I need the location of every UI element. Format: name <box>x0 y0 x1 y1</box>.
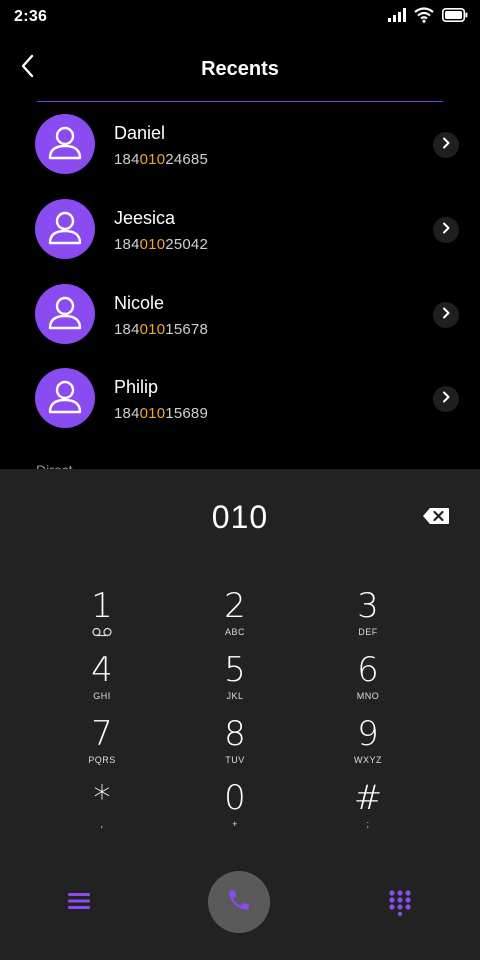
contact-details-button[interactable] <box>433 302 459 328</box>
contact-name: Nicole <box>114 293 165 313</box>
avatar <box>35 284 95 344</box>
key-letters: + <box>232 819 238 829</box>
number-prefix: 184 <box>114 151 140 168</box>
dial-key-star[interactable]: * , <box>47 779 157 839</box>
chevron-right-icon <box>441 221 451 239</box>
dialpad-icon <box>389 889 411 921</box>
person-icon <box>45 376 85 421</box>
status-time: 2:36 <box>14 8 48 25</box>
chevron-right-icon <box>441 306 451 324</box>
person-icon <box>45 292 85 337</box>
bottom-action-bar <box>0 871 480 935</box>
contact-number: 18401024685 <box>114 151 208 168</box>
key-digit: 3 <box>357 586 379 626</box>
backspace-button[interactable] <box>420 507 452 529</box>
keypad-toggle-button[interactable] <box>387 889 413 921</box>
contact-row[interactable]: Jeesica 18401025042 <box>0 189 480 273</box>
header: Recents <box>0 44 480 94</box>
number-suffix: 15678 <box>165 321 208 338</box>
key-digit: 7 <box>91 714 113 754</box>
contact-number: 18401025042 <box>114 236 208 253</box>
dial-key-hash[interactable]: # ; <box>313 779 423 839</box>
dial-key-4[interactable]: 4 GHI <box>47 651 157 711</box>
person-icon <box>45 122 85 167</box>
key-letters: MNO <box>356 691 380 701</box>
dial-key-2[interactable]: 2 ABC <box>180 587 290 647</box>
number-suffix: 15689 <box>165 405 208 422</box>
number-match: 010 <box>139 151 166 168</box>
key-digit: # <box>353 778 383 818</box>
key-letters: TUV <box>225 755 245 765</box>
number-suffix: 24685 <box>165 151 208 168</box>
dial-key-8[interactable]: 8 TUV <box>180 715 290 775</box>
battery-icon <box>442 7 468 27</box>
contact-name: Daniel <box>114 123 166 143</box>
key-letters: GHI <box>93 691 111 701</box>
contact-details-button[interactable] <box>433 132 459 158</box>
key-digit: 5 <box>224 650 246 690</box>
dial-display: 010 <box>211 499 269 535</box>
dialpad-sheet: 010 1 2 ABC 3 DEF 4 GHI 5 JKL 6 MNO 7 PQ… <box>0 469 480 960</box>
key-digit: 9 <box>357 714 379 754</box>
key-digit: 8 <box>224 714 246 754</box>
chevron-right-icon <box>441 136 451 154</box>
key-letters: ABC <box>224 627 245 637</box>
dial-key-6[interactable]: 6 MNO <box>313 651 423 711</box>
key-letters: ; <box>366 819 370 829</box>
key-digit: 6 <box>357 650 379 690</box>
contact-row[interactable]: Daniel 18401024685 <box>0 104 480 188</box>
header-divider <box>37 101 443 102</box>
key-letters: , <box>100 819 104 829</box>
key-digit: * <box>93 778 111 818</box>
number-prefix: 184 <box>114 321 140 338</box>
avatar <box>35 368 95 428</box>
wifi-icon <box>414 6 434 28</box>
key-digit: 1 <box>91 586 113 626</box>
chevron-right-icon <box>441 390 451 408</box>
voicemail-icon <box>92 627 112 639</box>
contact-details-button[interactable] <box>433 217 459 243</box>
person-icon <box>45 207 85 252</box>
call-button[interactable] <box>208 871 270 933</box>
menu-icon <box>68 892 90 915</box>
key-digit: 0 <box>224 778 246 818</box>
page-title: Recents <box>201 58 279 80</box>
key-letters: DEF <box>358 627 378 637</box>
number-match: 010 <box>139 321 166 338</box>
backspace-icon <box>422 507 450 530</box>
phone-icon <box>226 887 252 918</box>
contact-details-button[interactable] <box>433 386 459 412</box>
number-suffix: 25042 <box>165 236 208 253</box>
key-letters: PQRS <box>88 755 116 765</box>
dial-key-7[interactable]: 7 PQRS <box>47 715 157 775</box>
avatar <box>35 114 95 174</box>
menu-button[interactable] <box>66 891 92 915</box>
key-digit: 4 <box>91 650 113 690</box>
contact-name: Jeesica <box>114 208 176 228</box>
signal-icon <box>388 7 406 27</box>
key-letters: WXYZ <box>354 755 382 765</box>
number-match: 010 <box>139 405 166 422</box>
dial-key-1[interactable]: 1 <box>47 587 157 647</box>
number-prefix: 184 <box>114 405 140 422</box>
contact-row[interactable]: Nicole 18401015678 <box>0 274 480 358</box>
key-letters: JKL <box>226 691 244 701</box>
dial-key-9[interactable]: 9 WXYZ <box>313 715 423 775</box>
number-match: 010 <box>139 236 166 253</box>
dial-key-0[interactable]: 0 + <box>180 779 290 839</box>
contact-number: 18401015689 <box>114 405 208 422</box>
contact-row[interactable]: Philip 18401015689 <box>0 358 480 442</box>
key-digit: 2 <box>224 586 246 626</box>
status-bar: 2:36 <box>0 0 480 34</box>
avatar <box>35 199 95 259</box>
status-icons <box>388 6 468 28</box>
dial-key-5[interactable]: 5 JKL <box>180 651 290 711</box>
contact-number: 18401015678 <box>114 321 208 338</box>
contact-name: Philip <box>114 377 159 397</box>
dial-key-3[interactable]: 3 DEF <box>313 587 423 647</box>
number-prefix: 184 <box>114 236 140 253</box>
